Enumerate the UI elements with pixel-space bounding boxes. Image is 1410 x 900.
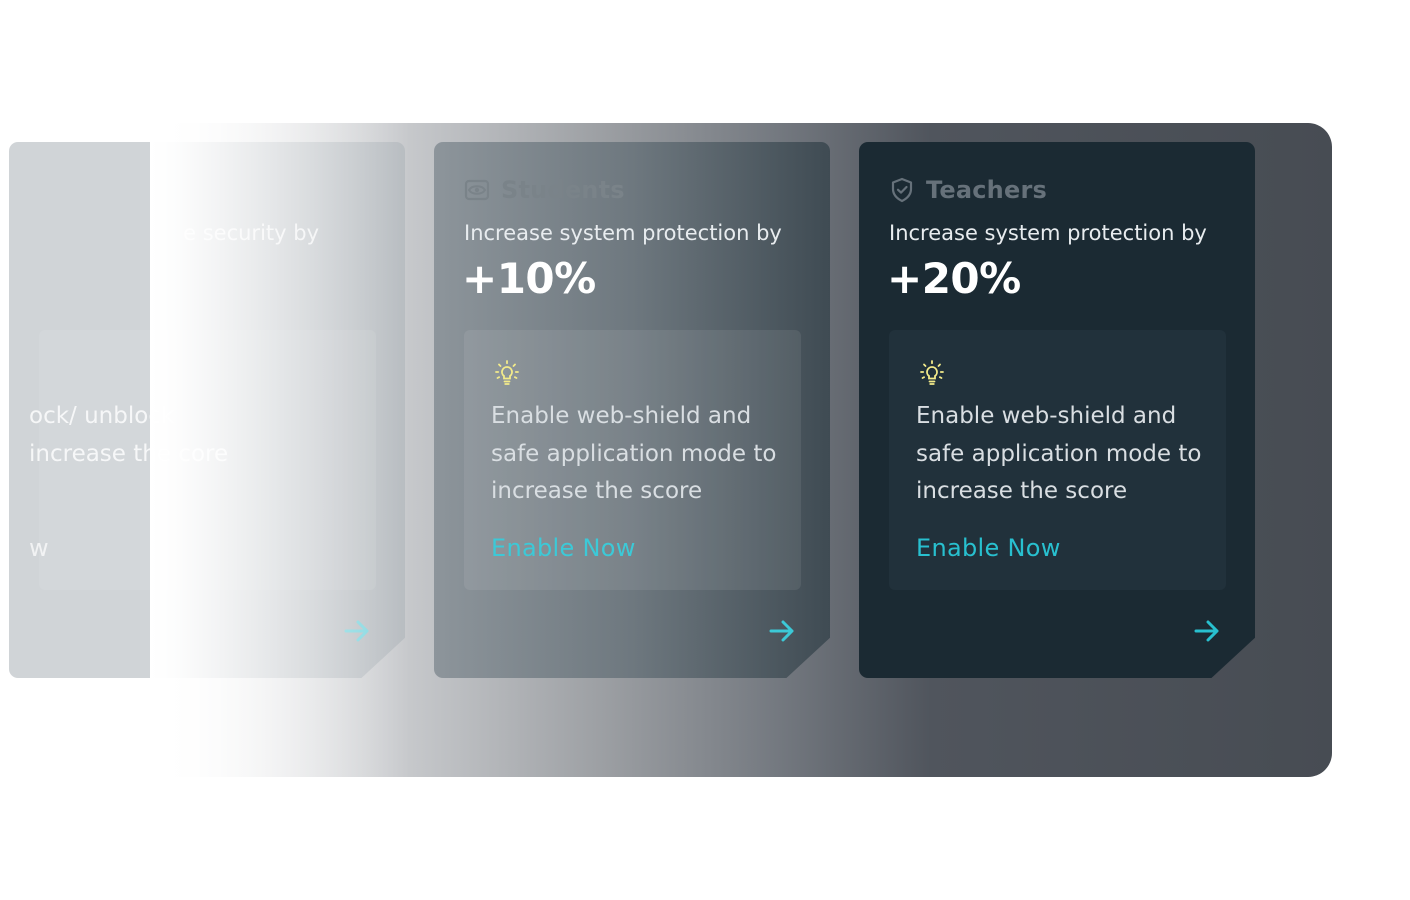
lightbulb-icon bbox=[920, 360, 944, 385]
card-subtitle: e security by bbox=[183, 221, 319, 245]
card-title: Teachers bbox=[926, 176, 1047, 204]
stage: e security by ock/ unblock increase the … bbox=[0, 0, 1410, 900]
eye-camera-icon bbox=[464, 179, 490, 201]
enable-now-link[interactable]: Enable Now bbox=[491, 534, 636, 562]
tip-box: Enable web-shield and safe application m… bbox=[464, 330, 801, 590]
shield-check-icon bbox=[891, 177, 913, 203]
card-students[interactable]: Students Increase system protection by +… bbox=[434, 142, 830, 678]
arrow-right-icon[interactable] bbox=[342, 616, 372, 646]
enable-now-link[interactable]: w bbox=[29, 534, 49, 562]
tip-text: ock/ unblock increase the core bbox=[29, 403, 229, 467]
lightbulb-icon bbox=[495, 360, 519, 385]
card-subtitle: Increase system protection by bbox=[464, 221, 782, 245]
tip-text: Enable web-shield and safe application m… bbox=[491, 403, 777, 504]
protection-percent: +10% bbox=[462, 254, 596, 303]
tip-box: Enable web-shield and safe application m… bbox=[889, 330, 1226, 590]
card-header: Students bbox=[464, 176, 625, 204]
card-partial[interactable]: e security by ock/ unblock increase the … bbox=[9, 142, 405, 678]
protection-percent: +20% bbox=[887, 254, 1021, 303]
tip-text: Enable web-shield and safe application m… bbox=[916, 403, 1202, 504]
arrow-right-icon[interactable] bbox=[1192, 616, 1222, 646]
card-teachers[interactable]: Teachers Increase system protection by +… bbox=[859, 142, 1255, 678]
enable-now-link[interactable]: Enable Now bbox=[916, 534, 1061, 562]
tip-box: ock/ unblock increase the core w bbox=[29, 330, 376, 590]
card-subtitle: Increase system protection by bbox=[889, 221, 1207, 245]
card-title: Students bbox=[501, 176, 625, 204]
card-header: Teachers bbox=[889, 176, 1047, 204]
arrow-right-icon[interactable] bbox=[767, 616, 797, 646]
